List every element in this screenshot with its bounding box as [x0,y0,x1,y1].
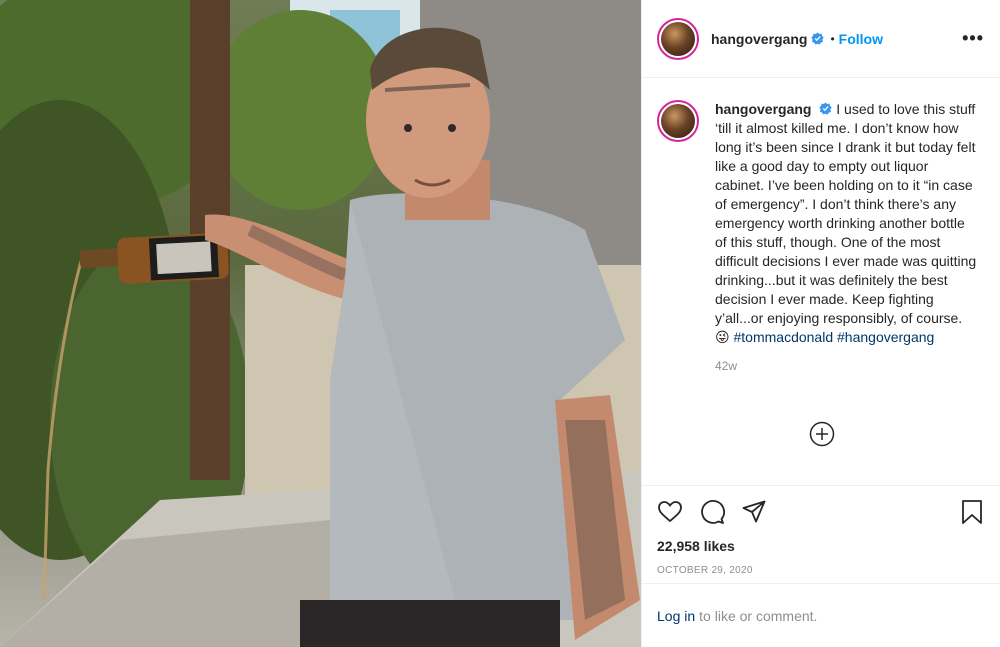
avatar[interactable] [657,17,699,60]
post-photo[interactable] [0,0,641,647]
photo-illustration [0,0,641,647]
caption-text-block: hangovergang I used to love this stuff ‘… [715,100,977,347]
caption-username[interactable]: hangovergang [715,101,811,117]
comment-login-bar: Log in to like or comment. [642,583,1000,647]
share-send-icon[interactable] [741,499,767,525]
separator-dot: • [830,31,835,46]
like-heart-icon[interactable] [657,499,683,525]
header-username[interactable]: hangovergang [711,31,807,47]
hashtag-link[interactable]: #tommacdonald [734,329,834,345]
post-side-panel: hangovergang • Follow ••• hangovergang I… [641,0,1000,647]
save-bookmark-icon[interactable] [959,499,985,525]
post: hangovergang • Follow ••• hangovergang I… [0,0,1000,647]
caption-body: I used to love this stuff ‘till it almos… [715,101,977,326]
follow-button[interactable]: Follow [839,31,883,47]
post-actions: 22,958 likes OCTOBER 29, 2020 [642,485,1000,583]
post-date[interactable]: OCTOBER 29, 2020 [657,565,985,576]
caption-avatar[interactable] [657,100,699,142]
caption-emoji: 😜 [715,329,730,345]
login-prompt-text: to like or comment. [699,607,818,624]
login-link[interactable]: Log in [657,608,695,624]
more-options-icon[interactable]: ••• [962,28,984,49]
verified-badge-icon [819,102,833,115]
caption-timestamp[interactable]: 42w [715,359,984,373]
comment-icon[interactable] [699,499,725,525]
load-more-comments-icon[interactable] [809,421,835,447]
hashtag-link[interactable]: #hangovergang [837,329,934,345]
likes-count[interactable]: 22,958 likes [657,538,985,554]
verified-badge-icon [811,32,825,45]
caption-area: hangovergang I used to love this stuff ‘… [642,78,1000,485]
post-header: hangovergang • Follow ••• [642,0,1000,78]
